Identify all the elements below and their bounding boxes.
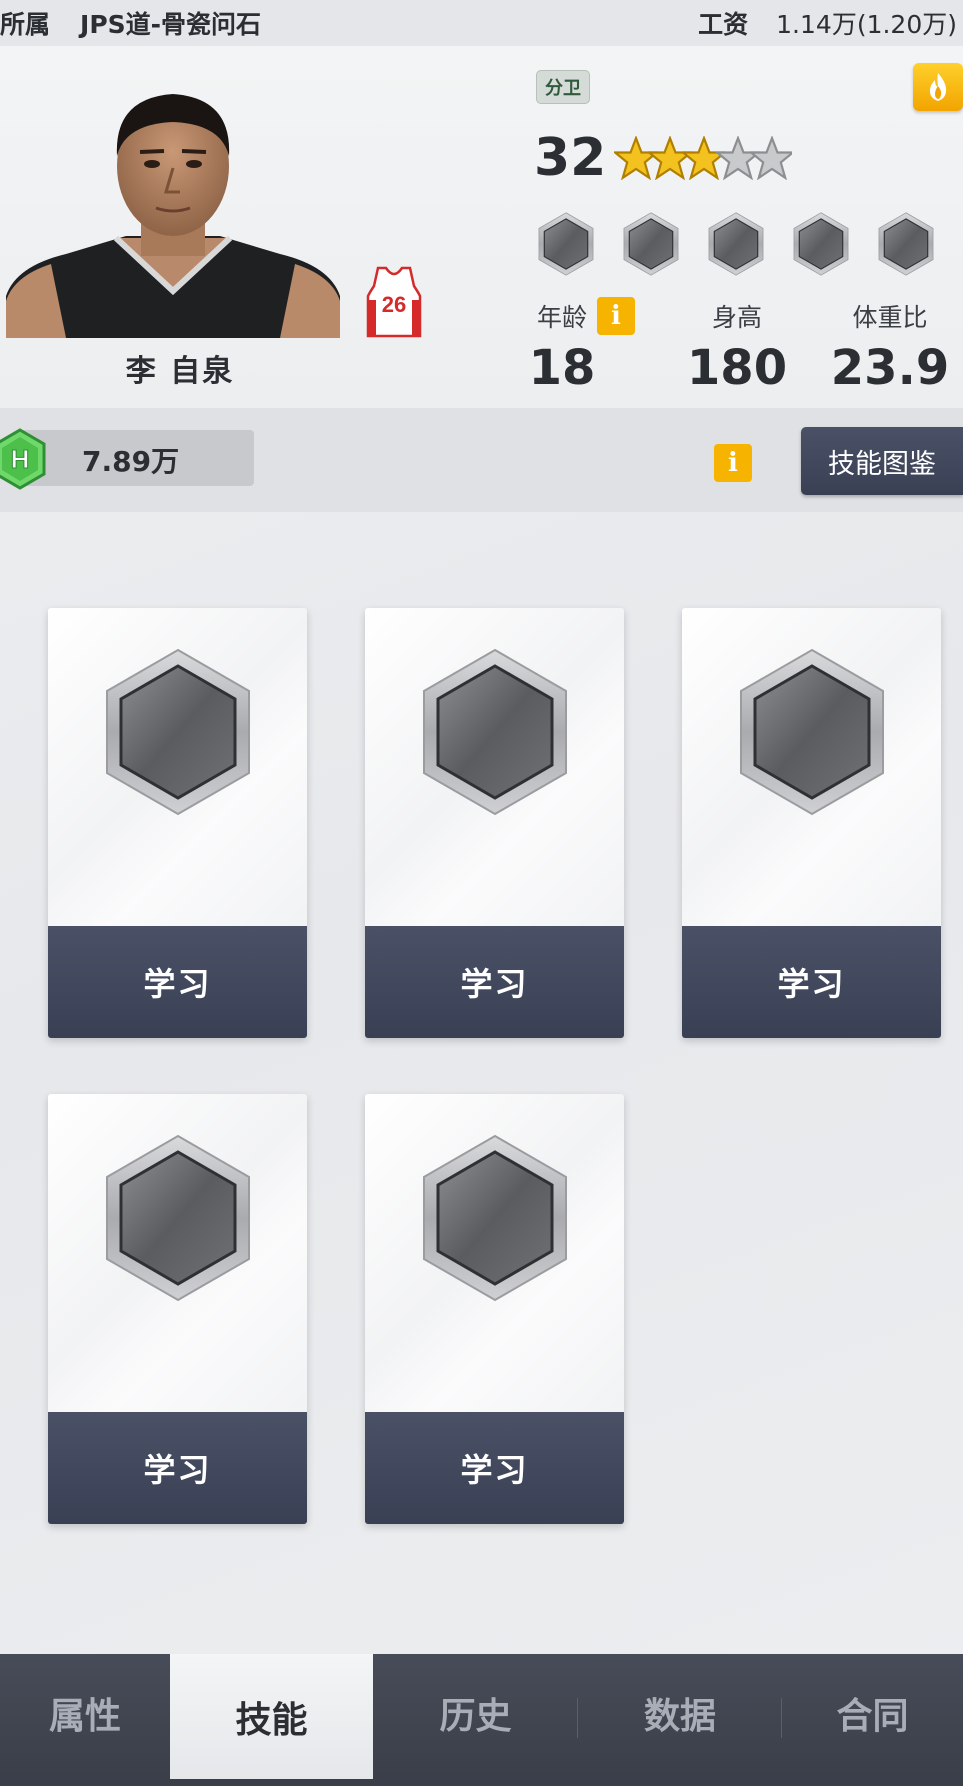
star-rating bbox=[612, 128, 794, 188]
h-coin-icon: H bbox=[0, 428, 46, 490]
stat-weight-ratio: 体重比 23.9 bbox=[820, 296, 960, 396]
tab-history[interactable]: 历史 bbox=[373, 1654, 578, 1772]
fire-icon bbox=[929, 73, 947, 101]
empty-skill-hex-icon bbox=[105, 1134, 251, 1302]
tab-data[interactable]: 数据 bbox=[578, 1654, 782, 1772]
skill-card[interactable]: 学习 bbox=[48, 608, 307, 1038]
star-empty-icon bbox=[716, 137, 760, 179]
empty-skill-hex-icon bbox=[422, 1134, 568, 1302]
empty-skill-hex-icon bbox=[739, 648, 885, 816]
skill-hex-icon bbox=[623, 212, 679, 276]
player-portrait bbox=[6, 76, 340, 338]
stat-value: 180 bbox=[686, 340, 788, 396]
skill-card[interactable]: 学习 bbox=[48, 1094, 307, 1524]
tab-skills[interactable]: 技能 bbox=[170, 1654, 373, 1779]
jersey-icon: 26 bbox=[364, 266, 424, 338]
learn-button[interactable]: 学习 bbox=[48, 926, 307, 1038]
info-icon[interactable]: i bbox=[714, 444, 752, 482]
tab-label: 合同 bbox=[836, 1696, 909, 1737]
stat-value: 23.9 bbox=[830, 340, 950, 396]
team-name: JPS道-骨瓷问石 bbox=[80, 10, 262, 39]
tab-attributes[interactable]: 属性 bbox=[0, 1654, 170, 1772]
skill-card[interactable]: 学习 bbox=[682, 608, 941, 1038]
learn-button[interactable]: 学习 bbox=[365, 1412, 624, 1524]
svg-text:H: H bbox=[11, 444, 30, 474]
fire-button[interactable] bbox=[913, 63, 963, 111]
skill-guide-button[interactable]: 技能图鉴 bbox=[801, 427, 963, 495]
currency-bar: H 7.89万 i 技能图鉴 bbox=[0, 408, 963, 512]
tab-label: 技能 bbox=[235, 1699, 308, 1741]
star-filled-icon bbox=[682, 137, 726, 179]
skill-card[interactable]: 学习 bbox=[365, 1094, 624, 1524]
position-badge: 分卫 bbox=[536, 70, 590, 104]
skill-hex-icon bbox=[793, 212, 849, 276]
skill-hex-icon bbox=[538, 212, 594, 276]
overall-rating: 32 bbox=[534, 128, 607, 188]
stat-label: 体重比 bbox=[852, 303, 928, 332]
stat-age: 年龄 i 18 bbox=[520, 296, 652, 396]
tab-label: 历史 bbox=[439, 1696, 512, 1737]
salary-value: 1.14万(1.20万) bbox=[776, 10, 957, 39]
jersey-number: 26 bbox=[382, 292, 406, 317]
stat-value: 18 bbox=[528, 340, 596, 396]
bottom-tab-bar: 属性 技能 历史 数据 合同 bbox=[0, 1654, 963, 1786]
stat-label: 年龄 bbox=[536, 303, 587, 332]
skill-slot-indicators bbox=[538, 212, 934, 278]
stat-label: 身高 bbox=[711, 303, 762, 332]
top-info-bar: 所属 JPS道-骨瓷问石 工资 1.14万(1.20万) bbox=[0, 0, 963, 46]
salary-label: 工资 bbox=[698, 10, 749, 39]
learn-button[interactable]: 学习 bbox=[48, 1412, 307, 1524]
empty-skill-hex-icon bbox=[422, 648, 568, 816]
stat-height: 身高 180 bbox=[672, 296, 802, 396]
empty-skill-hex-icon bbox=[105, 648, 251, 816]
info-icon[interactable]: i bbox=[597, 297, 635, 335]
tab-contract[interactable]: 合同 bbox=[782, 1654, 963, 1772]
team-label: 所属 bbox=[0, 10, 51, 39]
skill-hex-icon bbox=[878, 212, 934, 276]
star-filled-icon bbox=[648, 137, 692, 179]
coin-balance-value: 7.89万 bbox=[82, 445, 180, 478]
player-header: 李 自泉 26 分卫 32 年龄 i 18 身高 180 体重比 23.9 bbox=[0, 46, 963, 408]
tab-label: 属性 bbox=[48, 1696, 121, 1737]
learn-button[interactable]: 学习 bbox=[682, 926, 941, 1038]
skill-card[interactable]: 学习 bbox=[365, 608, 624, 1038]
player-name: 李 自泉 bbox=[125, 354, 235, 389]
skill-hex-icon bbox=[708, 212, 764, 276]
learn-button[interactable]: 学习 bbox=[365, 926, 624, 1038]
star-filled-icon bbox=[614, 137, 658, 179]
star-empty-icon bbox=[750, 137, 794, 179]
tab-label: 数据 bbox=[643, 1696, 716, 1737]
